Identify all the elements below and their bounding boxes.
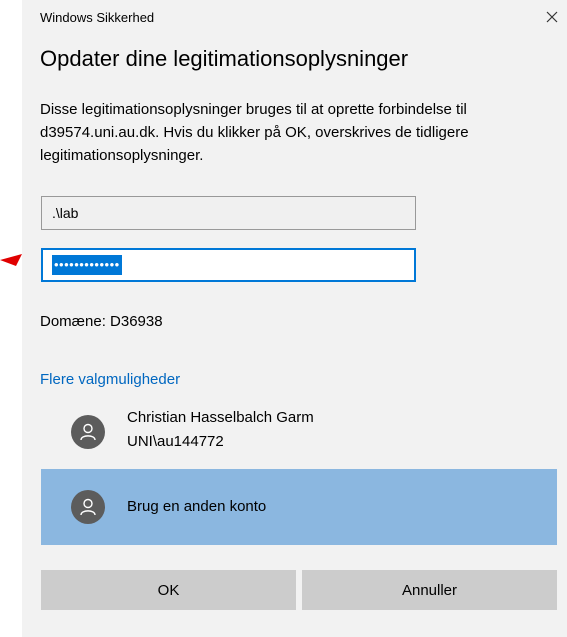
username-value: .\lab	[52, 205, 79, 221]
dialog-description: Disse legitimationsoplysninger bruges ti…	[40, 101, 469, 164]
account-name: Christian Hasselbalch Garm	[127, 409, 314, 426]
dialog-heading: Opdater dine legitimationsoplysninger	[40, 46, 409, 71]
close-button[interactable]	[537, 4, 567, 30]
account-option-christian[interactable]: Christian Hasselbalch Garm UNI\au144772	[41, 400, 557, 466]
account-option-other[interactable]: Brug en anden konto	[41, 469, 557, 545]
domain-label: Domæne: D36938	[40, 313, 163, 330]
username-field[interactable]: .\lab	[41, 196, 416, 230]
ok-button[interactable]: OK	[41, 570, 296, 610]
red-arrow-annotation	[0, 254, 22, 266]
credentials-dialog: Windows Sikkerhed Opdater dine legitimat…	[22, 0, 567, 637]
user-avatar-icon	[71, 490, 105, 524]
more-options-link[interactable]: Flere valgmuligheder	[40, 371, 180, 388]
password-masked-value: •••••••••••••	[52, 255, 122, 275]
cancel-button[interactable]: Annuller	[302, 570, 557, 610]
window-title: Windows Sikkerhed	[40, 10, 155, 25]
user-avatar-icon	[71, 415, 105, 449]
close-icon	[546, 11, 558, 23]
account-user: UNI\au144772	[127, 433, 224, 450]
account-name: Brug en anden konto	[127, 498, 267, 515]
password-field[interactable]: •••••••••••••	[41, 248, 416, 282]
